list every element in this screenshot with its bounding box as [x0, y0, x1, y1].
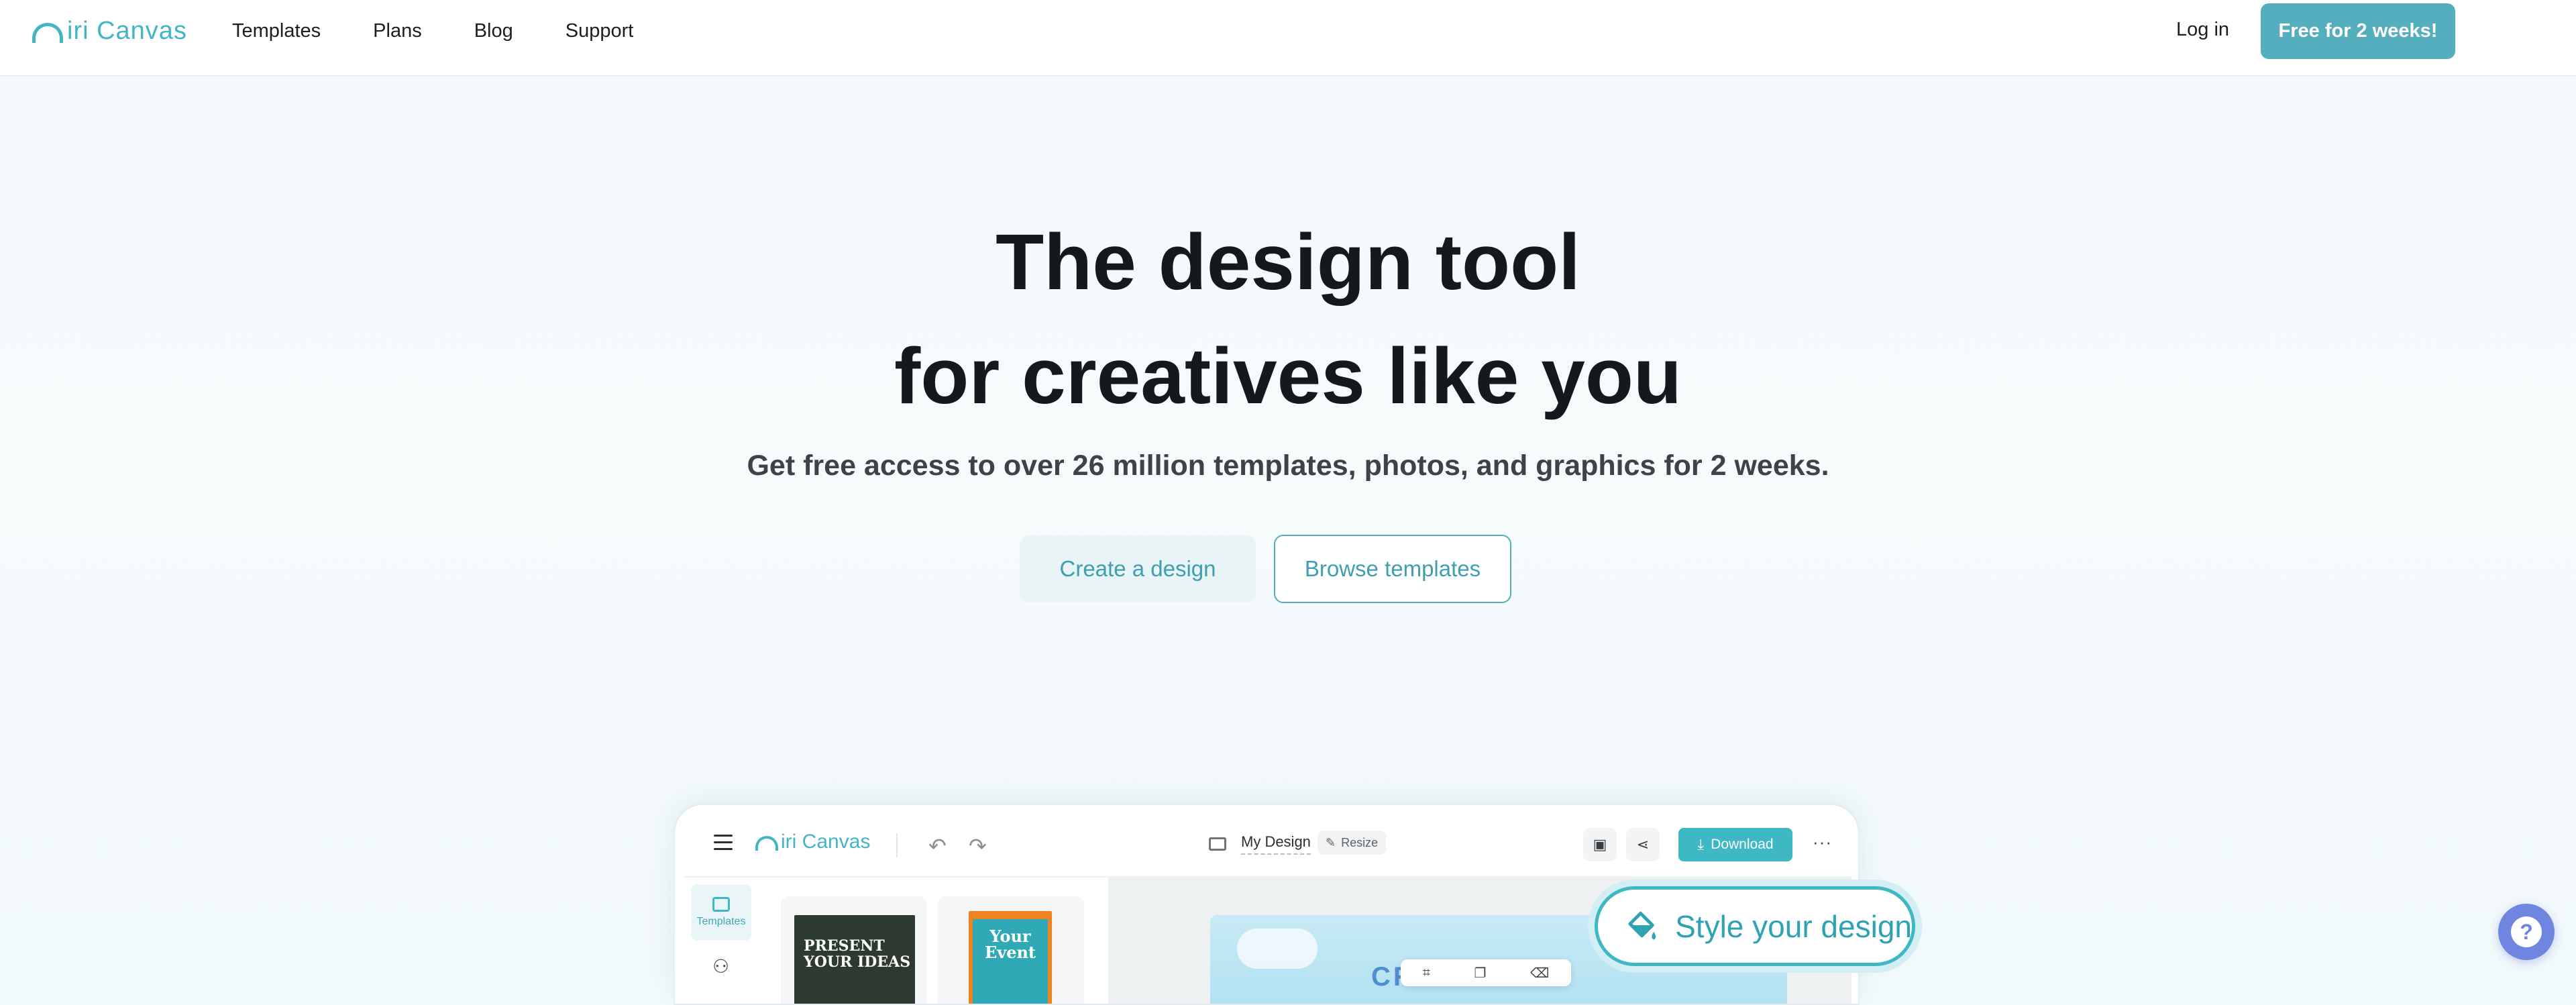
- template-thumbnail[interactable]: Your Event: [938, 896, 1084, 1004]
- free-trial-button[interactable]: Free for 2 weeks!: [2261, 3, 2455, 59]
- help-button[interactable]: ?: [2498, 904, 2555, 960]
- folder-icon[interactable]: [1209, 837, 1226, 851]
- brand-logo[interactable]: iri Canvas: [32, 16, 187, 45]
- nav-link-support[interactable]: Support: [566, 20, 634, 42]
- undo-icon[interactable]: ↶: [928, 833, 947, 859]
- sidebar-tab-templates-label: Templates: [696, 916, 746, 927]
- editor-topbar: iri Canvas ↶ ↷ My Design ✎ Resize ▣ ⋖ ⤓ …: [684, 814, 1851, 878]
- style-your-design-label: Style your design: [1675, 908, 1912, 944]
- delete-icon[interactable]: ⌫: [1530, 965, 1549, 982]
- hero-title-line1: The design tool: [996, 218, 1580, 307]
- editor-logo: iri Canvas: [755, 831, 870, 853]
- template-thumbnail[interactable]: PRESENT YOUR IDEAS: [781, 896, 927, 1004]
- template-thumbnail-text: Your Event: [973, 919, 1048, 1004]
- save-icon: ▣: [1593, 836, 1607, 853]
- nav-link-templates[interactable]: Templates: [232, 20, 321, 42]
- help-icon: ?: [2511, 916, 2542, 947]
- style-your-design-pill: Style your design: [1595, 886, 1915, 966]
- editor-logo-mark-icon: [755, 836, 778, 851]
- paint-bucket-icon: [1628, 911, 1656, 940]
- divider: [896, 833, 898, 857]
- editor-logo-text: iri Canvas: [781, 831, 871, 853]
- share-icon: ⋖: [1636, 836, 1650, 853]
- duplicate-icon[interactable]: ❐: [1474, 965, 1487, 982]
- save-button[interactable]: ▣: [1583, 828, 1617, 861]
- top-nav: iri Canvas Templates Plans Blog Support …: [0, 0, 2576, 76]
- cloud-shape: [1237, 929, 1318, 969]
- login-link[interactable]: Log in: [2176, 19, 2229, 41]
- download-button[interactable]: ⤓ Download: [1678, 828, 1792, 861]
- sidebar-tab-templates[interactable]: Templates: [691, 884, 751, 941]
- elements-icon[interactable]: ⚇: [712, 955, 729, 977]
- create-design-button[interactable]: Create a design: [1020, 535, 1256, 602]
- editor-sidebar: Templates ⚇: [684, 878, 757, 1004]
- crop-icon[interactable]: ⌗: [1423, 965, 1430, 981]
- hero-subtitle: Get free access to over 26 million templ…: [747, 449, 1829, 482]
- hero-title: The design tool for creatives like you: [0, 205, 2576, 433]
- nav-link-blog[interactable]: Blog: [474, 20, 513, 42]
- floating-toolbar: ⌗ ❐ ⌫: [1401, 959, 1571, 986]
- resize-label: Resize: [1341, 835, 1379, 849]
- templates-icon: [712, 897, 730, 912]
- template-thumbnail-art: PRESENT YOUR IDEAS: [794, 915, 915, 1004]
- resize-button[interactable]: ✎ Resize: [1318, 831, 1387, 855]
- more-options-button[interactable]: ···: [1813, 832, 1832, 853]
- logo-mark-icon: [32, 23, 63, 43]
- menu-icon[interactable]: [714, 835, 733, 851]
- share-button[interactable]: ⋖: [1626, 828, 1660, 861]
- redo-icon[interactable]: ↷: [969, 833, 987, 859]
- logo-text: iri Canvas: [67, 16, 187, 45]
- hero-title-line2: for creatives like you: [894, 332, 1682, 421]
- design-name[interactable]: My Design: [1241, 833, 1311, 855]
- templates-panel: PRESENT YOUR IDEAS Your Event: [757, 878, 1110, 1004]
- browse-templates-button[interactable]: Browse templates: [1274, 535, 1511, 603]
- template-thumbnail-art: Your Event: [969, 911, 1052, 1004]
- pencil-icon: ✎: [1326, 835, 1336, 849]
- download-label: Download: [1711, 837, 1774, 852]
- nav-links: Templates Plans Blog Support: [232, 0, 686, 62]
- style-your-design-badge: Style your design: [1588, 880, 1922, 973]
- nav-link-plans[interactable]: Plans: [373, 20, 422, 42]
- download-icon: ⤓: [1697, 836, 1705, 853]
